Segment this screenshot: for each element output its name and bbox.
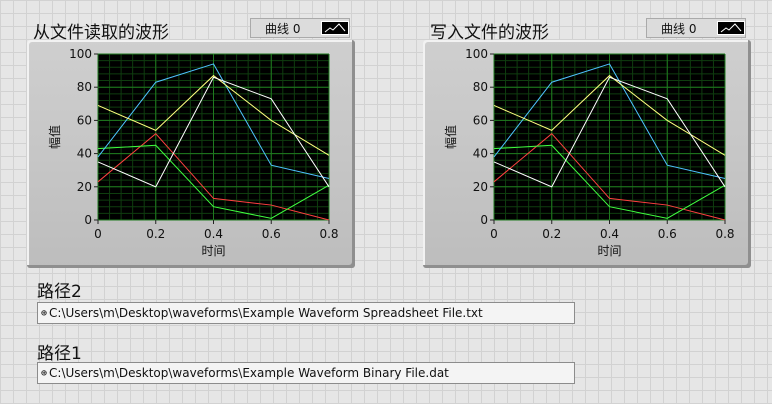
y-tick-label: 80 bbox=[473, 80, 488, 94]
legend-line-icon bbox=[717, 21, 745, 35]
x-tick-label: 0.6 bbox=[658, 227, 677, 241]
path1-value: C:\Users\m\Desktop\waveforms\Example Wav… bbox=[49, 366, 449, 380]
x-tick-label: 0.4 bbox=[600, 227, 619, 241]
waveform-graph-written[interactable]: 0 20 40 60 80 100 0 0.2 0.4 0.6 0.8 时间 幅值 bbox=[423, 40, 751, 268]
y-tick-label: 60 bbox=[473, 113, 488, 127]
x-axis-label: 时间 bbox=[201, 244, 225, 258]
plot-legend-written[interactable]: 曲线 0 bbox=[646, 18, 746, 38]
x-tick-label: 0 bbox=[94, 227, 102, 241]
y-tick-label: 0 bbox=[84, 213, 92, 227]
y-tick-label: 60 bbox=[77, 113, 92, 127]
x-tick-label: 0.2 bbox=[146, 227, 165, 241]
x-tick-label: 0.8 bbox=[715, 227, 734, 241]
y-tick-label: 80 bbox=[77, 80, 92, 94]
path-icon: ⊕ bbox=[41, 367, 48, 379]
path2-label: 路径2 bbox=[37, 282, 82, 302]
x-tick-label: 0.2 bbox=[542, 227, 561, 241]
legend-label: 曲线 0 bbox=[661, 21, 697, 36]
y-tick-label: 100 bbox=[465, 47, 488, 61]
y-tick-label: 40 bbox=[473, 147, 488, 161]
plot-legend-from-file[interactable]: 曲线 0 bbox=[250, 18, 350, 38]
x-tick-label: 0 bbox=[490, 227, 498, 241]
path-icon: ⊕ bbox=[41, 307, 48, 319]
y-tick-label: 0 bbox=[480, 213, 488, 227]
path2-value: C:\Users\m\Desktop\waveforms\Example Wav… bbox=[49, 306, 483, 320]
legend-label: 曲线 0 bbox=[265, 21, 301, 36]
x-tick-label: 0.4 bbox=[204, 227, 223, 241]
y-tick-label: 20 bbox=[77, 180, 92, 194]
y-axis-label: 幅值 bbox=[443, 125, 458, 149]
path1-field[interactable]: ⊕ C:\Users\m\Desktop\waveforms\Example W… bbox=[37, 362, 575, 384]
path2-field[interactable]: ⊕ C:\Users\m\Desktop\waveforms\Example W… bbox=[37, 302, 575, 324]
x-tick-label: 0.8 bbox=[319, 227, 338, 241]
path1-label: 路径1 bbox=[37, 344, 82, 364]
x-tick-label: 0.6 bbox=[262, 227, 281, 241]
y-tick-label: 40 bbox=[77, 147, 92, 161]
y-tick-label: 20 bbox=[473, 180, 488, 194]
legend-line-icon bbox=[321, 21, 349, 35]
x-axis-label: 时间 bbox=[597, 244, 621, 258]
y-tick-label: 100 bbox=[69, 47, 92, 61]
y-axis-label: 幅值 bbox=[47, 125, 62, 149]
waveform-graph-from-file[interactable]: 0 20 40 60 80 100 0 0.2 0.4 0.6 0.8 时间 幅值 bbox=[27, 40, 355, 268]
